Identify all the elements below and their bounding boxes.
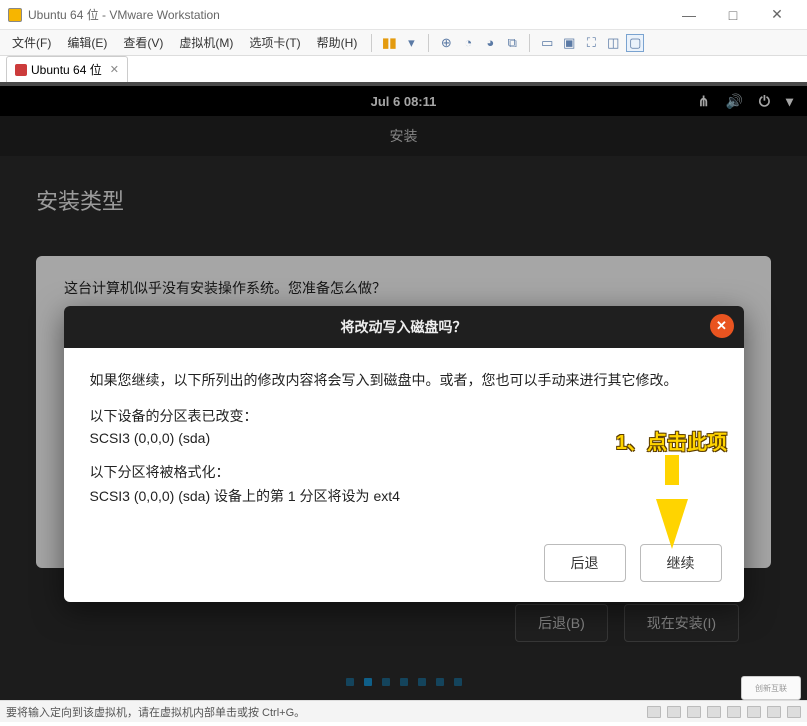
- menu-vm[interactable]: 虚拟机(M): [173, 32, 239, 53]
- device-other-icon[interactable]: [787, 706, 801, 718]
- menu-edit[interactable]: 编辑(E): [61, 32, 113, 53]
- minimize-button[interactable]: —: [667, 0, 711, 30]
- modal-partition-device: SCSI3 (0,0,0) (sda): [90, 430, 718, 446]
- vm-tab-ubuntu[interactable]: Ubuntu 64 位 ✕: [6, 56, 128, 82]
- menu-tabs[interactable]: 选项卡(T): [243, 32, 306, 53]
- maximize-button[interactable]: □: [711, 0, 755, 30]
- snapshot-icon[interactable]: ◔: [459, 34, 477, 52]
- multi-monitor-icon[interactable]: ▭: [538, 34, 556, 52]
- watermark: 创新互联: [741, 676, 801, 700]
- dropdown-icon[interactable]: ▾: [402, 34, 420, 52]
- modal-intro: 如果您继续，以下所列出的修改内容将会写入到磁盘中。或者，您也可以手动来进行其它修…: [90, 370, 718, 390]
- send-keys-icon[interactable]: ⊕: [437, 34, 455, 52]
- guest-display: Jul 6 08:11 ⋔ 🔊 ⏻ ▾ 安装 安装类型 这台计算机似乎没有安装操…: [0, 86, 807, 700]
- device-cd-icon[interactable]: [667, 706, 681, 718]
- snapshot-manage-icon[interactable]: ⧉: [503, 34, 521, 52]
- modal-title: 将改动写入磁盘吗？: [341, 317, 467, 337]
- window-title: Ubuntu 64 位 - VMware Workstation: [28, 6, 220, 23]
- fullscreen-icon[interactable]: ▢: [626, 34, 644, 52]
- vmware-menubar: 文件(F) 编辑(E) 查看(V) 虚拟机(M) 选项卡(T) 帮助(H) ▮▮…: [0, 30, 807, 56]
- device-printer-icon[interactable]: [747, 706, 761, 718]
- device-display-icon[interactable]: [767, 706, 781, 718]
- close-button[interactable]: ✕: [755, 0, 799, 30]
- modal-format-heading: 以下分区将被格式化：: [90, 462, 718, 482]
- vmware-statusbar: 要将输入定向到该虚拟机，请在虚拟机内部单击或按 Ctrl+G。: [0, 700, 807, 722]
- menu-view[interactable]: 查看(V): [117, 32, 169, 53]
- modal-format-detail: SCSI3 (0,0,0) (sda) 设备上的第 1 分区将设为 ext4: [90, 486, 718, 506]
- device-sound-icon[interactable]: [727, 706, 741, 718]
- vmware-tabbar: Ubuntu 64 位 ✕: [0, 56, 807, 86]
- pause-icon[interactable]: ▮▮: [380, 34, 398, 52]
- status-text: 要将输入定向到该虚拟机，请在虚拟机内部单击或按 Ctrl+G。: [6, 704, 305, 720]
- modal-partition-heading: 以下设备的分区表已改变：: [90, 406, 718, 426]
- vmware-titlebar: Ubuntu 64 位 - VMware Workstation — □ ✕: [0, 0, 807, 30]
- modal-actions: 后退 继续: [64, 544, 744, 602]
- modal-body: 如果您继续，以下所列出的修改内容将会写入到磁盘中。或者，您也可以手动来进行其它修…: [64, 348, 744, 544]
- vm-tab-close-icon[interactable]: ✕: [110, 63, 119, 76]
- modal-overlay: 将改动写入磁盘吗？ ✕ 如果您继续，以下所列出的修改内容将会写入到磁盘中。或者，…: [0, 86, 807, 700]
- snapshot-revert-icon[interactable]: ◕: [481, 34, 499, 52]
- modal-back-button[interactable]: 后退: [544, 544, 626, 582]
- modal-continue-button[interactable]: 继续: [640, 544, 722, 582]
- unity-icon[interactable]: ◫: [604, 34, 622, 52]
- menu-help[interactable]: 帮助(H): [311, 32, 364, 53]
- confirm-write-modal: 将改动写入磁盘吗？ ✕ 如果您继续，以下所列出的修改内容将会写入到磁盘中。或者，…: [64, 306, 744, 602]
- menu-file[interactable]: 文件(F): [6, 32, 57, 53]
- vm-tab-icon: [15, 64, 27, 76]
- vmware-logo-icon: [8, 8, 22, 22]
- device-net-icon[interactable]: [687, 706, 701, 718]
- device-usb-icon[interactable]: [707, 706, 721, 718]
- vm-tab-label: Ubuntu 64 位: [31, 61, 102, 78]
- modal-titlebar: 将改动写入磁盘吗？ ✕: [64, 306, 744, 348]
- modal-close-button[interactable]: ✕: [710, 314, 734, 338]
- device-hdd-icon[interactable]: [647, 706, 661, 718]
- console-view-icon[interactable]: ▣: [560, 34, 578, 52]
- stretch-icon[interactable]: ⛶: [582, 34, 600, 52]
